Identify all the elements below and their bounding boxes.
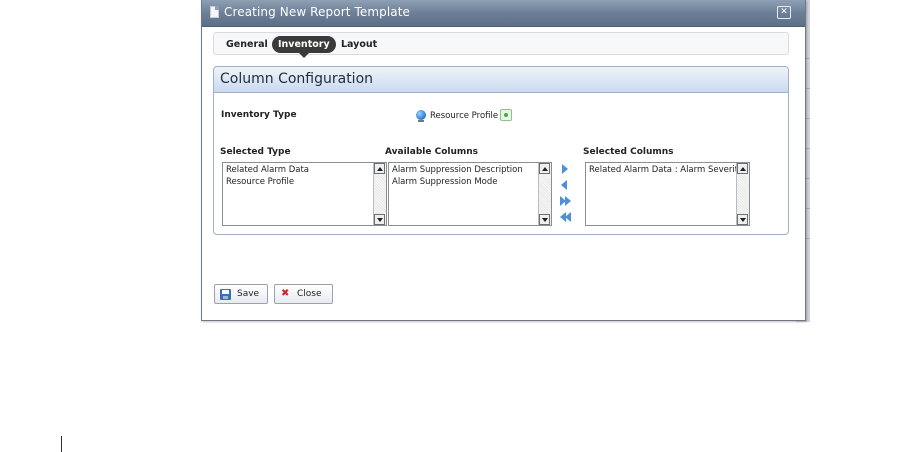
scroll-down-icon[interactable] [374, 214, 385, 225]
scroll-up-icon[interactable] [737, 163, 748, 174]
inventory-type-value: Resource Profile [430, 111, 499, 121]
floppy-disk-icon [220, 289, 231, 300]
close-icon[interactable]: ✕ [777, 6, 791, 19]
save-button-label: Save [237, 289, 260, 299]
scroll-up-icon[interactable] [374, 163, 385, 174]
selected-type-label: Selected Type [220, 147, 291, 157]
close-button-label: Close [297, 289, 322, 299]
tab-layout[interactable]: Layout [335, 36, 383, 53]
inventory-type-label: Inventory Type [221, 110, 297, 120]
tab-inventory[interactable]: Inventory [272, 36, 336, 58]
scrollbar[interactable] [736, 163, 749, 225]
column-configuration-panel: Column Configuration Inventory Type Reso… [213, 66, 789, 235]
selected-type-list[interactable]: Related Alarm Data Resource Profile [222, 162, 387, 226]
close-button[interactable]: ✖ Close [274, 284, 333, 304]
arrow-right-icon[interactable] [560, 163, 574, 175]
dialog-titlebar[interactable]: Creating New Report Template ✕ [202, 0, 805, 27]
page-margin-mark [61, 436, 62, 452]
scroll-down-icon[interactable] [539, 214, 550, 225]
list-item[interactable]: Related Alarm Data : Alarm Severity [589, 165, 743, 175]
save-button[interactable]: Save [214, 284, 268, 304]
selected-columns-label: Selected Columns [583, 147, 674, 157]
scrollbar[interactable] [373, 163, 386, 225]
globe-stand [418, 120, 424, 122]
document-icon [210, 6, 219, 18]
double-arrow-right-icon[interactable] [560, 195, 574, 207]
selected-columns-list[interactable]: Related Alarm Data : Alarm Severity [585, 162, 750, 226]
tab-bar: General Inventory Layout [213, 32, 789, 58]
dialog-title: Creating New Report Template [224, 5, 410, 19]
scrollbar[interactable] [538, 163, 551, 225]
globe-icon [416, 110, 426, 120]
tab-general[interactable]: General [220, 36, 274, 53]
add-icon[interactable] [500, 109, 512, 121]
report-template-dialog: Creating New Report Template ✕ General I… [201, 0, 806, 321]
panel-title: Column Configuration [220, 71, 374, 87]
list-item[interactable]: Related Alarm Data [226, 165, 309, 175]
red-x-icon: ✖ [281, 288, 290, 299]
list-item[interactable]: Alarm Suppression Description [392, 165, 523, 175]
list-item[interactable]: Alarm Suppression Mode [392, 177, 498, 187]
scroll-up-icon[interactable] [539, 163, 550, 174]
list-item[interactable]: Resource Profile [226, 177, 294, 187]
panel-header: Column Configuration [214, 67, 788, 93]
double-arrow-left-icon[interactable] [560, 211, 574, 223]
scroll-down-icon[interactable] [737, 214, 748, 225]
available-columns-list[interactable]: Alarm Suppression Description Alarm Supp… [388, 162, 552, 226]
arrow-left-icon[interactable] [560, 179, 574, 191]
available-columns-label: Available Columns [385, 147, 479, 157]
